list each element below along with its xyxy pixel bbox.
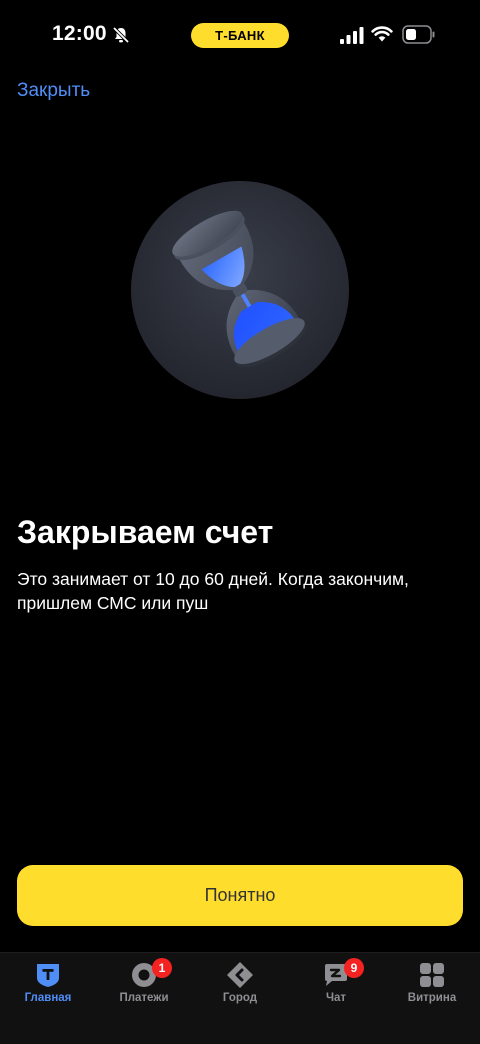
tab-chat[interactable]: 9 Чат bbox=[288, 953, 384, 1023]
tab-home-label: Главная bbox=[24, 992, 72, 1004]
signal-icon bbox=[340, 27, 364, 44]
showcase-icon bbox=[420, 963, 444, 987]
tab-showcase[interactable]: Витрина bbox=[384, 953, 480, 1023]
status-bar: 12:00 Т-БАНК bbox=[0, 0, 480, 70]
tab-chat-label: Чат bbox=[325, 992, 347, 1004]
tab-city-label: Город bbox=[222, 992, 258, 1004]
city-icon bbox=[227, 962, 253, 988]
tab-payments-label: Платежи bbox=[119, 992, 169, 1004]
ok-button[interactable]: Понятно bbox=[17, 865, 463, 926]
hourglass-icon bbox=[131, 181, 349, 399]
bank-brand-pill: Т-БАНК bbox=[191, 23, 289, 48]
tab-bar: Главная 1 Платежи Город 9 Чат Витрина bbox=[0, 952, 480, 1044]
tab-payments[interactable]: 1 Платежи bbox=[96, 953, 192, 1023]
tab-showcase-label: Витрина bbox=[407, 992, 457, 1004]
bell-off-icon bbox=[112, 26, 130, 44]
chat-badge: 9 bbox=[344, 958, 364, 978]
wifi-icon bbox=[371, 26, 393, 42]
payments-badge: 1 bbox=[152, 958, 172, 978]
status-time: 12:00 bbox=[52, 22, 107, 45]
tab-city[interactable]: Город bbox=[192, 953, 288, 1023]
tab-home[interactable]: Главная bbox=[0, 953, 96, 1023]
page-title: Закрываем счет bbox=[17, 514, 274, 550]
home-t-icon bbox=[37, 964, 59, 987]
battery-icon bbox=[402, 25, 435, 44]
close-button[interactable]: Закрыть bbox=[17, 80, 90, 102]
page-description: Это занимает от 10 до 60 дней. Когда зак… bbox=[17, 569, 409, 613]
